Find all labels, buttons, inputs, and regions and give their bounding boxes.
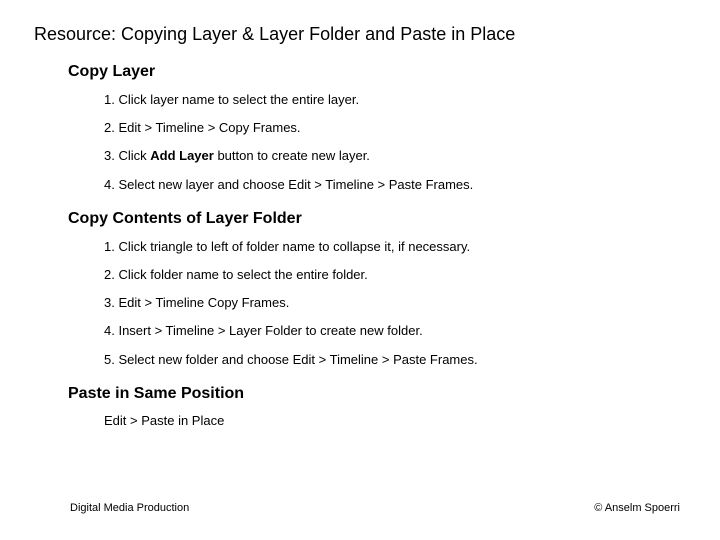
list-item: 4. Select new layer and choose Edit > Ti… xyxy=(104,176,686,194)
step-number: 2. xyxy=(104,267,115,282)
step-pre: Edit > Timeline > Copy Frames. xyxy=(118,120,300,135)
step-number: 4. xyxy=(104,323,115,338)
step-number: 1. xyxy=(104,239,115,254)
step-pre: Select new layer and choose Edit > Timel… xyxy=(118,177,473,192)
heading-copy-folder: Copy Contents of Layer Folder xyxy=(68,210,686,228)
list-item: 2. Edit > Timeline > Copy Frames. xyxy=(104,119,686,137)
step-number: 5. xyxy=(104,352,115,367)
step-number: 2. xyxy=(104,120,115,135)
paste-same-body: Edit > Paste in Place xyxy=(104,413,686,428)
step-text: Click folder name to select the entire f… xyxy=(118,267,367,282)
heading-paste-same: Paste in Same Position xyxy=(68,385,686,403)
footer-left: Digital Media Production xyxy=(70,502,189,514)
list-item: 3. Edit > Timeline Copy Frames. xyxy=(104,294,686,312)
heading-copy-layer: Copy Layer xyxy=(68,63,686,81)
step-text: Edit > Timeline Copy Frames. xyxy=(118,295,289,310)
step-text: Click Add Layer button to create new lay… xyxy=(118,148,369,163)
steps-copy-folder: 1. Click triangle to left of folder name… xyxy=(104,238,686,369)
step-number: 4. xyxy=(104,177,115,192)
list-item: 5. Select new folder and choose Edit > T… xyxy=(104,351,686,369)
list-item: 2. Click folder name to select the entir… xyxy=(104,266,686,284)
list-item: 1. Click layer name to select the entire… xyxy=(104,91,686,109)
step-text: Insert > Timeline > Layer Folder to crea… xyxy=(118,323,422,338)
step-number: 3. xyxy=(104,148,115,163)
step-number: 1. xyxy=(104,92,115,107)
list-item: 3. Click Add Layer button to create new … xyxy=(104,147,686,165)
list-item: 1. Click triangle to left of folder name… xyxy=(104,238,686,256)
step-pre: Click layer name to select the entire la… xyxy=(118,92,359,107)
step-pre: Click xyxy=(118,148,150,163)
step-text: Click layer name to select the entire la… xyxy=(118,92,359,107)
step-bold: Add Layer xyxy=(150,148,214,163)
slide-page: Resource: Copying Layer & Layer Folder a… xyxy=(0,0,720,540)
step-text: Click triangle to left of folder name to… xyxy=(118,239,470,254)
step-post: button to create new layer. xyxy=(214,148,370,163)
steps-copy-layer: 1. Click layer name to select the entire… xyxy=(104,91,686,194)
step-number: 3. xyxy=(104,295,115,310)
step-text: Select new folder and choose Edit > Time… xyxy=(118,352,477,367)
step-text: Edit > Timeline > Copy Frames. xyxy=(118,120,300,135)
page-title: Resource: Copying Layer & Layer Folder a… xyxy=(34,24,686,45)
footer-right: © Anselm Spoerri xyxy=(594,502,680,514)
list-item: 4. Insert > Timeline > Layer Folder to c… xyxy=(104,322,686,340)
step-text: Select new layer and choose Edit > Timel… xyxy=(118,177,473,192)
footer: Digital Media Production © Anselm Spoerr… xyxy=(70,502,680,514)
